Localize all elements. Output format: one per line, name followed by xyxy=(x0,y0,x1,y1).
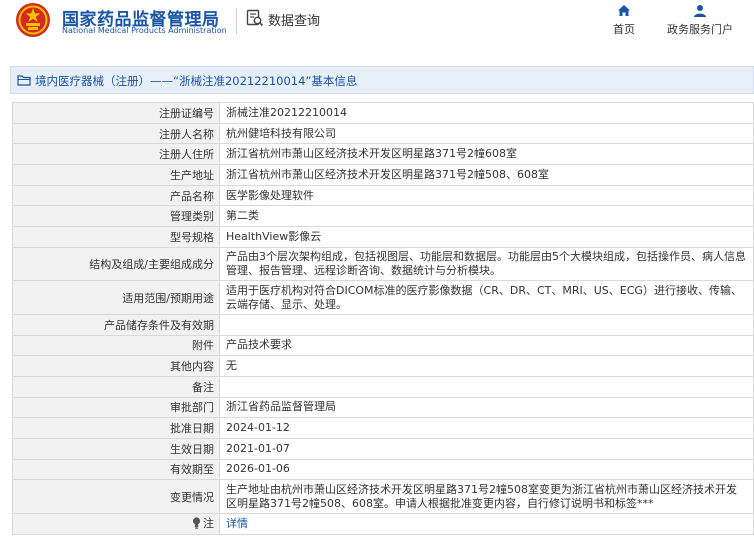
site-header: 国家药品监督管理局 National Medical Products Admi… xyxy=(0,0,754,62)
field-label: 审批部门 xyxy=(12,396,220,419)
field-value: 无 xyxy=(219,355,754,377)
header-divider xyxy=(236,8,237,34)
table-row: 产品储存条件及有效期 xyxy=(12,313,754,336)
field-value: 杭州健培科技有限公司 xyxy=(219,122,754,145)
table-row: 注 详情 xyxy=(12,512,754,535)
note-value: 详情 xyxy=(219,512,754,535)
field-value: 2024-01-12 xyxy=(219,417,754,439)
field-value: 2026-01-06 xyxy=(219,458,754,481)
field-value: 产品技术要求 xyxy=(219,334,754,357)
field-value: 浙江省药品监督管理局 xyxy=(219,396,754,419)
field-value: HealthView影像云 xyxy=(219,226,754,248)
table-row: 注册人住所 浙江省杭州市萧山区经济技术开发区明星路371号2幢608室 xyxy=(12,143,754,166)
field-value: 浙江省杭州市萧山区经济技术开发区明星路371号2幢508、608室 xyxy=(219,164,754,186)
field-value: 生产地址由杭州市萧山区经济技术开发区明星路371号2幢508室变更为浙江省杭州市… xyxy=(219,479,754,514)
org-name-en: National Medical Products Administration xyxy=(62,26,227,35)
table-row: 变更情况 生产地址由杭州市萧山区经济技术开发区明星路371号2幢508室变更为浙… xyxy=(12,479,754,514)
nav-portal-label: 政务服务门户 xyxy=(667,23,733,36)
registration-detail-table: 注册证编号 浙械注准20212210014 注册人名称 杭州健培科技有限公司 注… xyxy=(12,102,754,535)
field-label: 注册人住所 xyxy=(12,143,220,166)
table-row: 审批部门 浙江省药品监督管理局 xyxy=(12,396,754,419)
field-label: 生产地址 xyxy=(12,164,220,186)
field-value: 适用于医疗机构对符合DICOM标准的医疗影像数据（CR、DR、CT、MRI、US… xyxy=(219,280,754,315)
field-value: 浙江省杭州市萧山区经济技术开发区明星路371号2幢608室 xyxy=(219,143,754,166)
table-row: 生产地址 浙江省杭州市萧山区经济技术开发区明星路371号2幢508、608室 xyxy=(12,164,754,186)
field-value: 第二类 xyxy=(219,205,754,228)
table-row: 适用范围/预期用途 适用于医疗机构对符合DICOM标准的医疗影像数据（CR、DR… xyxy=(12,280,754,315)
table-row: 产品名称 医学影像处理软件 xyxy=(12,184,754,207)
field-label: 有效期至 xyxy=(12,458,220,481)
national-emblem-icon xyxy=(16,3,50,37)
document-search-icon xyxy=(246,9,264,27)
table-row: 结构及组成/主要组成成分 产品由3个层次架构组成，包括视图层、功能层和数据层。功… xyxy=(12,246,754,282)
field-label: 批准日期 xyxy=(12,417,220,439)
field-value: 医学影像处理软件 xyxy=(219,184,754,207)
field-label: 附件 xyxy=(12,334,220,357)
field-label: 其他内容 xyxy=(12,355,220,377)
breadcrumb-text: 境内医疗器械（注册）——“浙械注准20212210014”基本信息 xyxy=(35,74,358,88)
data-query-title: 数据查询 xyxy=(268,14,321,29)
folder-icon xyxy=(17,75,31,86)
field-label: 变更情况 xyxy=(12,479,220,514)
table-row: 附件 产品技术要求 xyxy=(12,334,754,357)
field-label: 备注 xyxy=(12,375,220,398)
field-value: 浙械注准20212210014 xyxy=(219,102,754,124)
field-label: 注册证编号 xyxy=(12,102,220,124)
field-label: 产品名称 xyxy=(12,184,220,207)
table-row: 生效日期 2021-01-07 xyxy=(12,437,754,460)
field-label: 产品储存条件及有效期 xyxy=(12,313,220,336)
note-label-cell: 注 xyxy=(12,512,220,535)
table-row: 注册人名称 杭州健培科技有限公司 xyxy=(12,122,754,145)
field-label: 注册人名称 xyxy=(12,122,220,145)
field-label: 管理类别 xyxy=(12,205,220,228)
note-key: 注 xyxy=(192,515,214,531)
breadcrumb: 境内医疗器械（注册）——“浙械注准20212210014”基本信息 xyxy=(10,66,754,94)
lightbulb-icon xyxy=(192,517,201,529)
home-icon xyxy=(618,5,630,16)
note-label: 注 xyxy=(203,517,214,531)
table-row: 注册证编号 浙械注准20212210014 xyxy=(12,102,754,124)
field-value xyxy=(219,313,754,336)
table-row: 管理类别 第二类 xyxy=(12,205,754,228)
table-row: 型号规格 HealthView影像云 xyxy=(12,226,754,248)
table-row: 有效期至 2026-01-06 xyxy=(12,458,754,481)
field-label: 生效日期 xyxy=(12,437,220,460)
field-label: 适用范围/预期用途 xyxy=(12,280,220,315)
field-value: 2021-01-07 xyxy=(219,437,754,460)
table-row: 备注 xyxy=(12,375,754,398)
field-label: 型号规格 xyxy=(12,226,220,248)
user-icon xyxy=(694,5,706,17)
nav-home-link[interactable]: 首页 xyxy=(607,4,641,37)
nav-home-label: 首页 xyxy=(613,23,635,36)
nav-gov-service-portal-link[interactable]: 政务服务门户 xyxy=(658,4,742,37)
table-row: 其他内容 无 xyxy=(12,355,754,377)
field-label: 结构及组成/主要组成成分 xyxy=(12,246,220,282)
details-link[interactable]: 详情 xyxy=(226,517,248,530)
field-value xyxy=(219,375,754,398)
table-row: 批准日期 2024-01-12 xyxy=(12,417,754,439)
field-value: 产品由3个层次架构组成，包括视图层、功能层和数据层。功能层由5个大模块组成，包括… xyxy=(219,246,754,282)
